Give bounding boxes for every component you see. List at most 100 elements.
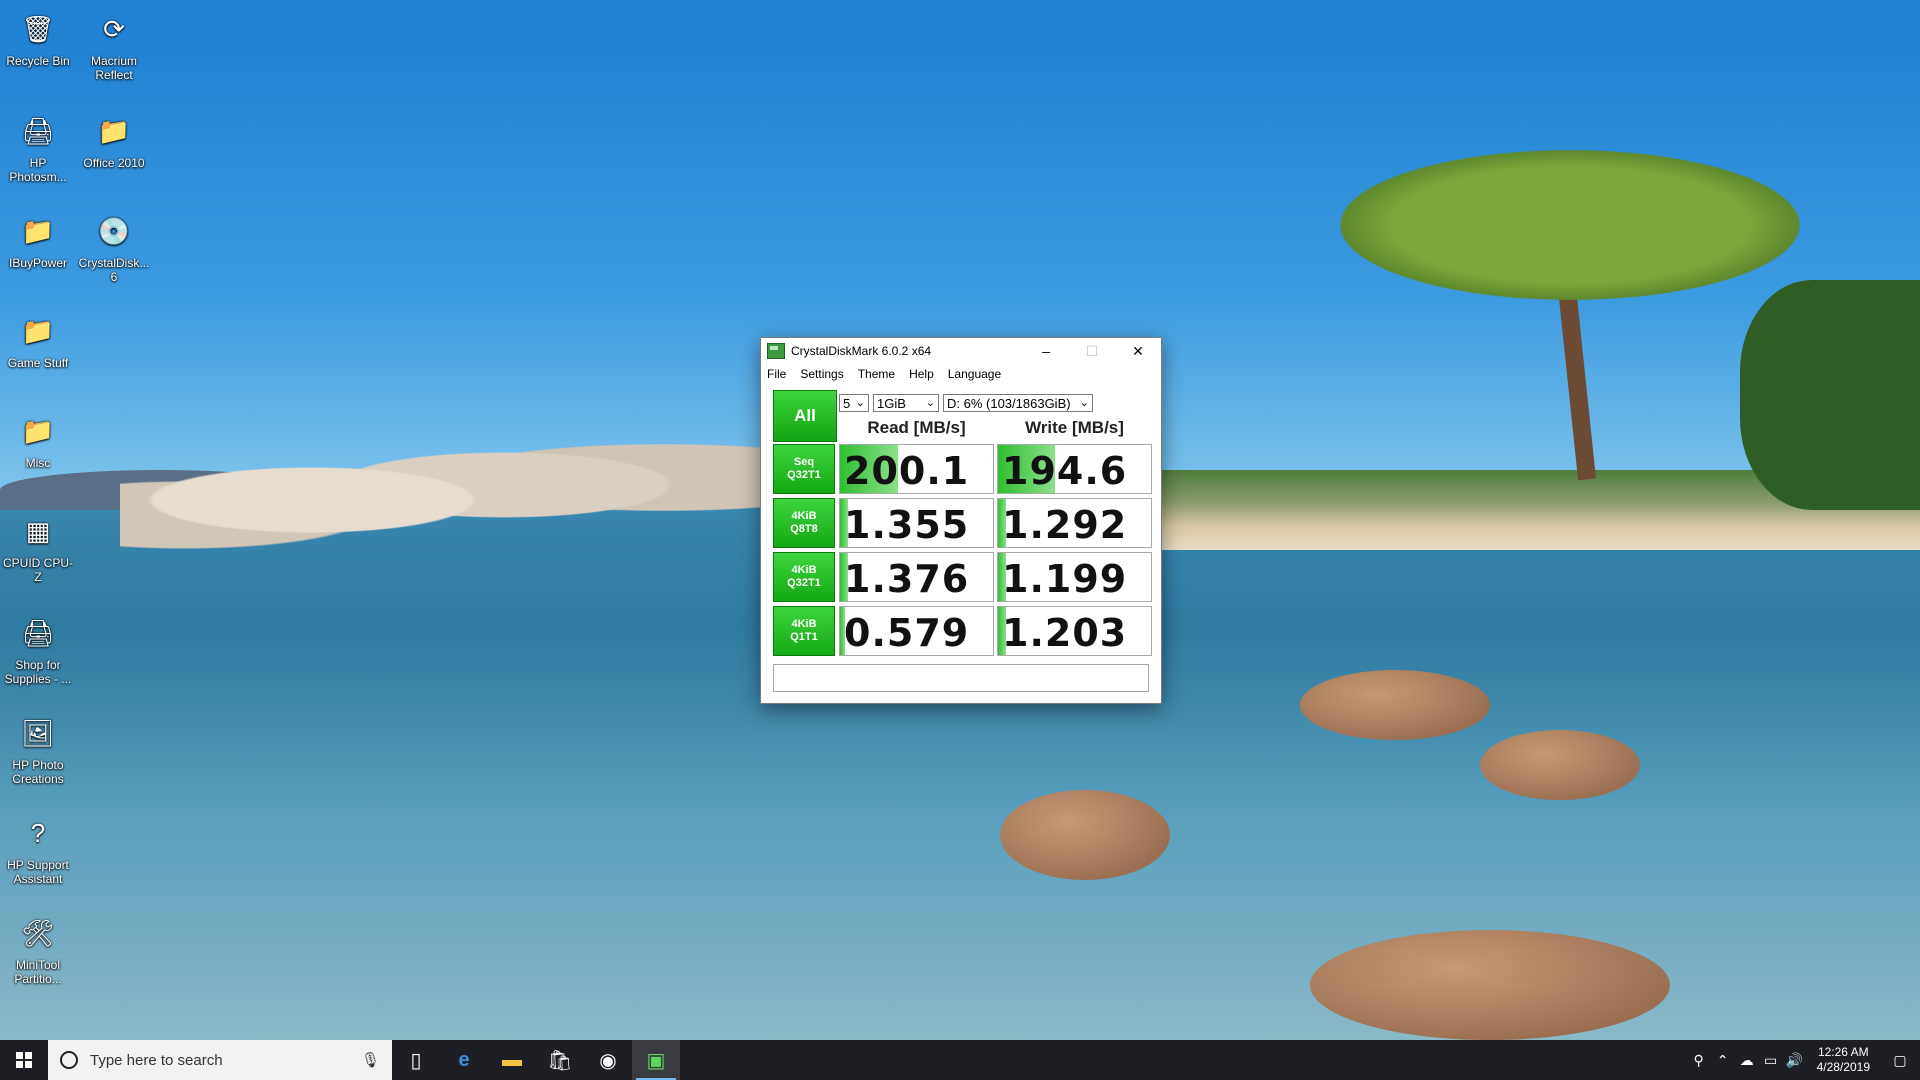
menu-settings[interactable]: Settings [800,367,843,381]
write-result-value: 1.203 [1002,611,1128,655]
desktop-icon-label: HP Photo Creations [12,758,64,786]
folder-icon: 📁 [21,416,55,446]
minimize-button[interactable]: – [1023,338,1069,364]
desktop-icon[interactable]: 📁 Office 2010 [76,110,152,170]
test-button[interactable]: 4KiB Q8T8 [773,498,835,548]
desktop-icon[interactable]: 🗑 Recycle Bin [0,8,76,68]
people-icon[interactable]: ⚲ [1687,1052,1711,1069]
desktop-icon-label: CPUID CPU-Z [2,556,73,584]
menu-language[interactable]: Language [948,367,1001,381]
desktop-icon[interactable]: ? HP Support Assistant [0,812,76,886]
hp-photo-creations-icon: 🖼 [21,718,55,748]
printer-shop-icon: 🖨 [21,618,55,648]
size-select[interactable]: 1GiB ⌄ [873,394,939,412]
minitool-partition-icon: 🛠 [21,918,55,948]
write-result-cell: 1.199 [997,552,1152,602]
desktop-icon[interactable]: 📁 Misc [0,410,76,470]
desktop-icon-label: Office 2010 [83,156,145,170]
microphone-icon[interactable]: 🎙 [361,1051,380,1069]
action-center-icon[interactable]: ▢ [1880,1052,1920,1069]
desktop-icon[interactable]: 💿 CrystalDisk... 6 [76,210,152,284]
write-result-value: 194.6 [1002,449,1128,493]
test-button[interactable]: Seq Q32T1 [773,444,835,494]
window-title: CrystalDiskMark 6.0.2 x64 [791,344,932,358]
size-select-value: 1GiB [877,395,906,411]
test-label-line1: Seq [793,456,815,468]
hp-photosmart-icon: 🖨 [21,116,55,146]
edge-icon[interactable]: e [440,1040,488,1080]
read-result-cell: 200.1 [839,444,994,494]
onedrive-icon[interactable]: ☁ [1735,1052,1759,1069]
all-button[interactable]: All [773,390,837,442]
windows-logo-icon [16,1052,32,1068]
desktop-icon-label: Recycle Bin [6,54,70,68]
menu-file[interactable]: File [767,367,786,381]
clock-time: 12:26 AM [1817,1045,1869,1059]
folder-icon: 📁 [21,316,55,346]
drive-select[interactable]: D: 6% (103/1863GiB) ⌄ [943,394,1093,412]
title-bar[interactable]: CrystalDiskMark 6.0.2 x64 – ☐ ✕ [761,338,1161,364]
task-view-icon[interactable]: ▯ [392,1040,440,1080]
benchmark-row: Seq Q32T1 200.1 194.6 [773,444,1152,494]
test-label-line2: Q8T8 [790,523,818,535]
clock-date: 4/28/2019 [1816,1060,1870,1074]
read-result-cell: 1.376 [839,552,994,602]
start-button[interactable] [0,1040,48,1080]
folder-icon: 📁 [21,216,55,246]
benchmark-row: 4KiB Q8T8 1.355 1.292 [773,498,1152,548]
desktop-icon[interactable]: 🖨 HP Photosm... [0,110,76,184]
comment-field[interactable] [773,664,1149,692]
read-result-value: 200.1 [844,449,970,493]
store-icon[interactable]: 🛍 [536,1040,584,1080]
network-icon[interactable]: ▭ [1759,1052,1783,1069]
drive-select-value: D: 6% (103/1863GiB) [947,395,1071,411]
chevron-down-icon: ⌄ [855,397,865,409]
close-button[interactable]: ✕ [1115,338,1161,364]
taskbar: Type here to search 🎙 ▯ e ▬ 🛍 ◉ ▣ ⚲ ⌃ ☁ … [0,1040,1920,1080]
write-header: Write [MB/s] [1025,418,1124,437]
desktop-icon[interactable]: 🛠 MiniTool Partitio... [0,912,76,986]
read-result-value: 1.376 [844,557,970,601]
clock[interactable]: 12:26 AM 4/28/2019 [1807,1045,1880,1075]
read-header: Read [MB/s] [867,418,966,437]
menu-bar: File Settings Theme Help Language [761,364,1161,384]
wallpaper-trees [1740,280,1920,510]
system-tray: ⚲ ⌃ ☁ ▭ 🔊 12:26 AM 4/28/2019 ▢ [1687,1040,1920,1080]
read-result-cell: 0.579 [839,606,994,656]
desktop-icon[interactable]: 🖼 HP Photo Creations [0,712,76,786]
test-button[interactable]: 4KiB Q1T1 [773,606,835,656]
taskbar-search-box[interactable]: Type here to search 🎙 [48,1040,392,1080]
desktop-icon-label: Misc [25,456,51,470]
maximize-button: ☐ [1085,342,1099,359]
desktop-icon[interactable]: 📁 IBuyPower [0,210,76,270]
menu-theme[interactable]: Theme [858,367,895,381]
chrome-icon[interactable]: ◉ [584,1040,632,1080]
write-result-cell: 194.6 [997,444,1152,494]
crystaldiskmark-taskbar-icon[interactable]: ▣ [632,1040,680,1080]
desktop-icon-label: CrystalDisk... 6 [78,256,150,284]
file-explorer-icon[interactable]: ▬ [488,1040,536,1080]
count-select[interactable]: 5 ⌄ [839,394,869,412]
volume-icon[interactable]: 🔊 [1783,1052,1807,1069]
crystaldiskmark-icon: 💿 [97,216,131,246]
chevron-up-icon[interactable]: ⌃ [1711,1052,1735,1069]
wallpaper-rocks [120,410,760,560]
chevron-down-icon: ⌄ [925,397,935,409]
desktop-icon[interactable]: 🖨 Shop for Supplies - ... [0,612,76,686]
read-result-value: 1.355 [844,503,970,547]
test-button[interactable]: 4KiB Q32T1 [773,552,835,602]
desktop-icon[interactable]: ▦ CPUID CPU-Z [0,510,76,584]
desktop-icon-label: Macrium Reflect [90,54,137,82]
benchmark-row: 4KiB Q32T1 1.376 1.199 [773,552,1152,602]
desktop-icon[interactable]: ⟳ Macrium Reflect [76,8,152,82]
desktop-icon-label: HP Photosm... [9,156,67,184]
cpuz-icon: ▦ [25,516,51,546]
chevron-down-icon: ⌄ [1079,397,1089,409]
menu-help[interactable]: Help [909,367,934,381]
desktop-icon[interactable]: 📁 Game Stuff [0,310,76,370]
desktop-icon-label: Shop for Supplies - ... [4,658,72,686]
wallpaper-tree-crown [1340,150,1800,300]
test-label-line1: 4KiB [791,618,817,630]
macrium-reflect-icon: ⟳ [103,14,125,44]
test-label-line2: Q32T1 [787,469,821,481]
